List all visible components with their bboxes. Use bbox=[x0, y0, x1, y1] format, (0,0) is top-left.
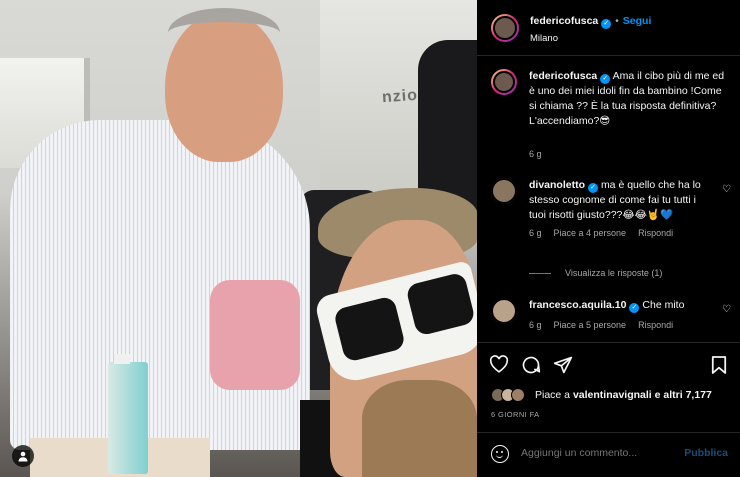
avatar[interactable] bbox=[491, 178, 517, 204]
right-lens bbox=[405, 271, 476, 337]
comment-likes[interactable]: Piace a 5 persone bbox=[554, 320, 627, 330]
reply-button[interactable]: Rispondi bbox=[638, 228, 673, 238]
verified-badge-icon: ✓ bbox=[601, 19, 612, 29]
post-location[interactable]: Milano bbox=[530, 33, 558, 44]
liker-avatar bbox=[511, 388, 525, 402]
verified-badge-icon: ✓ bbox=[629, 303, 640, 313]
comment-meta: 6 g bbox=[529, 149, 542, 159]
comment-meta: 6 g Piace a 4 persone Rispondi bbox=[529, 228, 673, 238]
comment-text: francesco.aquila.10 ✓ Che mito bbox=[529, 298, 729, 313]
follow-button[interactable]: Segui bbox=[623, 15, 652, 27]
add-comment-bar: Pubblica bbox=[477, 432, 740, 477]
post-date[interactable]: 6 GIORNI FA bbox=[491, 410, 540, 419]
comment-item: francesco.aquila.10 ✓ Che mito ♡ 6 g Piac… bbox=[491, 298, 731, 338]
comment-time[interactable]: 6 g bbox=[529, 228, 542, 238]
verified-badge-icon: ✓ bbox=[600, 74, 611, 84]
post-header: federicofusca ✓ • Segui Milano bbox=[477, 0, 740, 56]
comment-likes[interactable]: Piace a 4 persone bbox=[554, 228, 627, 238]
bookmark-icon[interactable] bbox=[711, 355, 727, 379]
user-tag-icon[interactable] bbox=[12, 445, 34, 467]
avatar[interactable] bbox=[491, 298, 517, 324]
man-hair bbox=[168, 8, 280, 58]
comment-time[interactable]: 6 g bbox=[529, 149, 542, 159]
comment-time[interactable]: 6 g bbox=[529, 320, 542, 330]
share-icon[interactable] bbox=[553, 355, 573, 379]
caption: federicofusca ✓ Ama il cibo più di me ed … bbox=[491, 69, 731, 169]
verified-badge-icon: ✓ bbox=[588, 183, 599, 193]
likes-summary: Piace a valentinavignali e altri 7,177 bbox=[491, 388, 712, 402]
avatar[interactable] bbox=[491, 14, 519, 42]
likes-others[interactable]: e altri 7,177 bbox=[655, 389, 712, 401]
comment-username[interactable]: francesco.aquila.10 bbox=[529, 299, 626, 311]
drink-carton bbox=[108, 354, 148, 474]
selfie-man-beard bbox=[362, 380, 477, 477]
pink-jacket bbox=[210, 280, 300, 390]
separator-dot: • bbox=[615, 16, 619, 27]
post-actions bbox=[477, 342, 740, 387]
comment-icon[interactable] bbox=[521, 355, 541, 379]
comment-item: divanoletto ✓ ma è quello che ha lo stess… bbox=[491, 178, 731, 248]
post-sidebar: federicofusca ✓ • Segui Milano federicofusc… bbox=[477, 0, 740, 477]
view-replies-label[interactable]: Visualizza le risposte (1) bbox=[565, 268, 662, 278]
publish-button[interactable]: Pubblica bbox=[684, 447, 728, 459]
view-replies-button[interactable]: Visualizza le risposte (1) bbox=[529, 268, 662, 278]
post-username[interactable]: federicofusca bbox=[530, 15, 598, 27]
comment-meta: 6 g Piace a 5 persone Rispondi bbox=[529, 320, 673, 330]
header-line: federicofusca ✓ • Segui bbox=[530, 15, 651, 29]
replies-divider bbox=[529, 272, 551, 274]
comment-body: Che mito bbox=[642, 299, 685, 311]
likes-user[interactable]: valentinavignali bbox=[573, 389, 652, 401]
likes-text: Piace a valentinavignali e altri 7,177 bbox=[535, 389, 712, 401]
comment-username[interactable]: divanoletto bbox=[529, 179, 585, 191]
train-panel-sign: nzio bbox=[381, 86, 419, 107]
comment-text: divanoletto ✓ ma è quello che ha lo stess… bbox=[529, 178, 709, 223]
heart-icon[interactable] bbox=[489, 355, 509, 377]
comment-like-heart-icon[interactable]: ♡ bbox=[722, 184, 731, 195]
comment-input[interactable] bbox=[521, 447, 671, 459]
instagram-post-modal: nzio federicofusca ✓ • Segui Milano fede… bbox=[0, 0, 740, 477]
likes-prefix: Piace a bbox=[535, 389, 571, 401]
left-lens bbox=[332, 295, 407, 363]
comment-username[interactable]: federicofusca bbox=[529, 70, 597, 82]
avatar[interactable] bbox=[491, 69, 517, 95]
comment-like-heart-icon[interactable]: ♡ bbox=[722, 304, 731, 315]
emoji-icon[interactable] bbox=[491, 445, 509, 463]
reply-button[interactable]: Rispondi bbox=[638, 320, 673, 330]
post-photo[interactable]: nzio bbox=[0, 0, 477, 477]
caption-text: federicofusca ✓ Ama il cibo più di me ed … bbox=[529, 69, 729, 129]
